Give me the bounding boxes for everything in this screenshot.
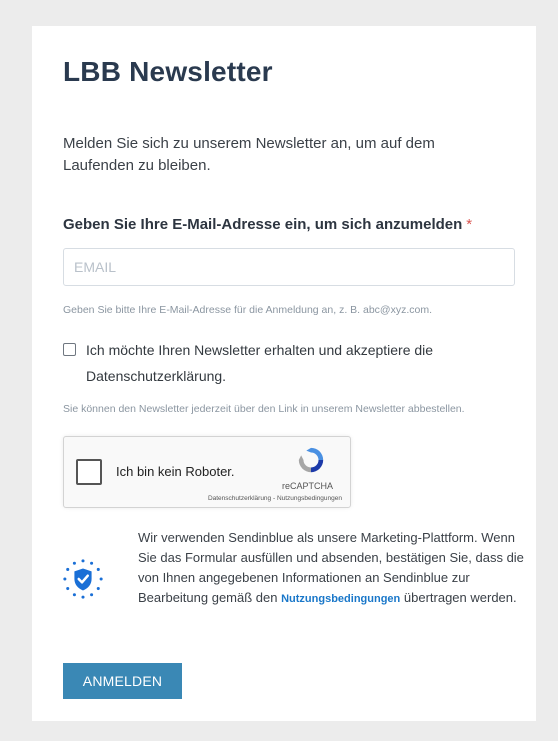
email-hint: Geben Sie bitte Ihre E-Mail-Adresse für … (63, 304, 432, 316)
privacy-end-text: übertragen werden. (403, 590, 517, 605)
consent-row[interactable]: Ich möchte Ihren Newsletter erhalten und… (63, 342, 503, 389)
eu-shield-check-icon (63, 559, 103, 599)
recaptcha-label: Ich bin kein Roboter. (116, 464, 235, 479)
privacy-text: Wir verwenden Sendinblue als unsere Mark… (138, 528, 528, 609)
recaptcha-links[interactable]: Datenschutzerklärung - Nutzungsbedingung… (208, 495, 342, 502)
intro-line-2: Laufenden zu bleiben. (63, 157, 211, 174)
consent-line-1: Ich möchte Ihren Newsletter erhalten und… (86, 342, 434, 358)
subscribe-button[interactable]: ANMELDEN (63, 663, 182, 699)
email-label: Geben Sie Ihre E-Mail-Adresse ein, um si… (63, 216, 472, 233)
privacy-notice: Wir verwenden Sendinblue als unsere Mark… (62, 528, 524, 638)
newsletter-card: LBB Newsletter Melden Sie sich zu unsere… (32, 26, 536, 721)
recaptcha-checkbox[interactable] (76, 459, 102, 485)
recaptcha-widget: Ich bin kein Roboter. reCAPTCHA Datensch… (63, 436, 351, 508)
page-title: LBB Newsletter (63, 56, 273, 87)
recaptcha-logo-icon (298, 447, 324, 473)
consent-label[interactable]: Ich möchte Ihren Newsletter erhalten und… (86, 337, 503, 389)
email-label-text: Geben Sie Ihre E-Mail-Adresse ein, um si… (63, 216, 463, 233)
intro-line-1: Melden Sie sich zu unserem Newsletter an… (63, 135, 435, 152)
intro-text: Melden Sie sich zu unserem Newsletter an… (63, 133, 483, 177)
required-marker: * (466, 216, 473, 233)
email-input[interactable] (63, 248, 515, 286)
consent-checkbox[interactable] (63, 343, 76, 356)
recaptcha-brand: reCAPTCHA (282, 481, 334, 491)
terms-link[interactable]: Nutzungsbedingungen (281, 593, 400, 605)
consent-line-2: Datenschutzerklärung. (86, 368, 227, 384)
unsubscribe-hint: Sie können den Newsletter jederzeit über… (63, 403, 465, 415)
